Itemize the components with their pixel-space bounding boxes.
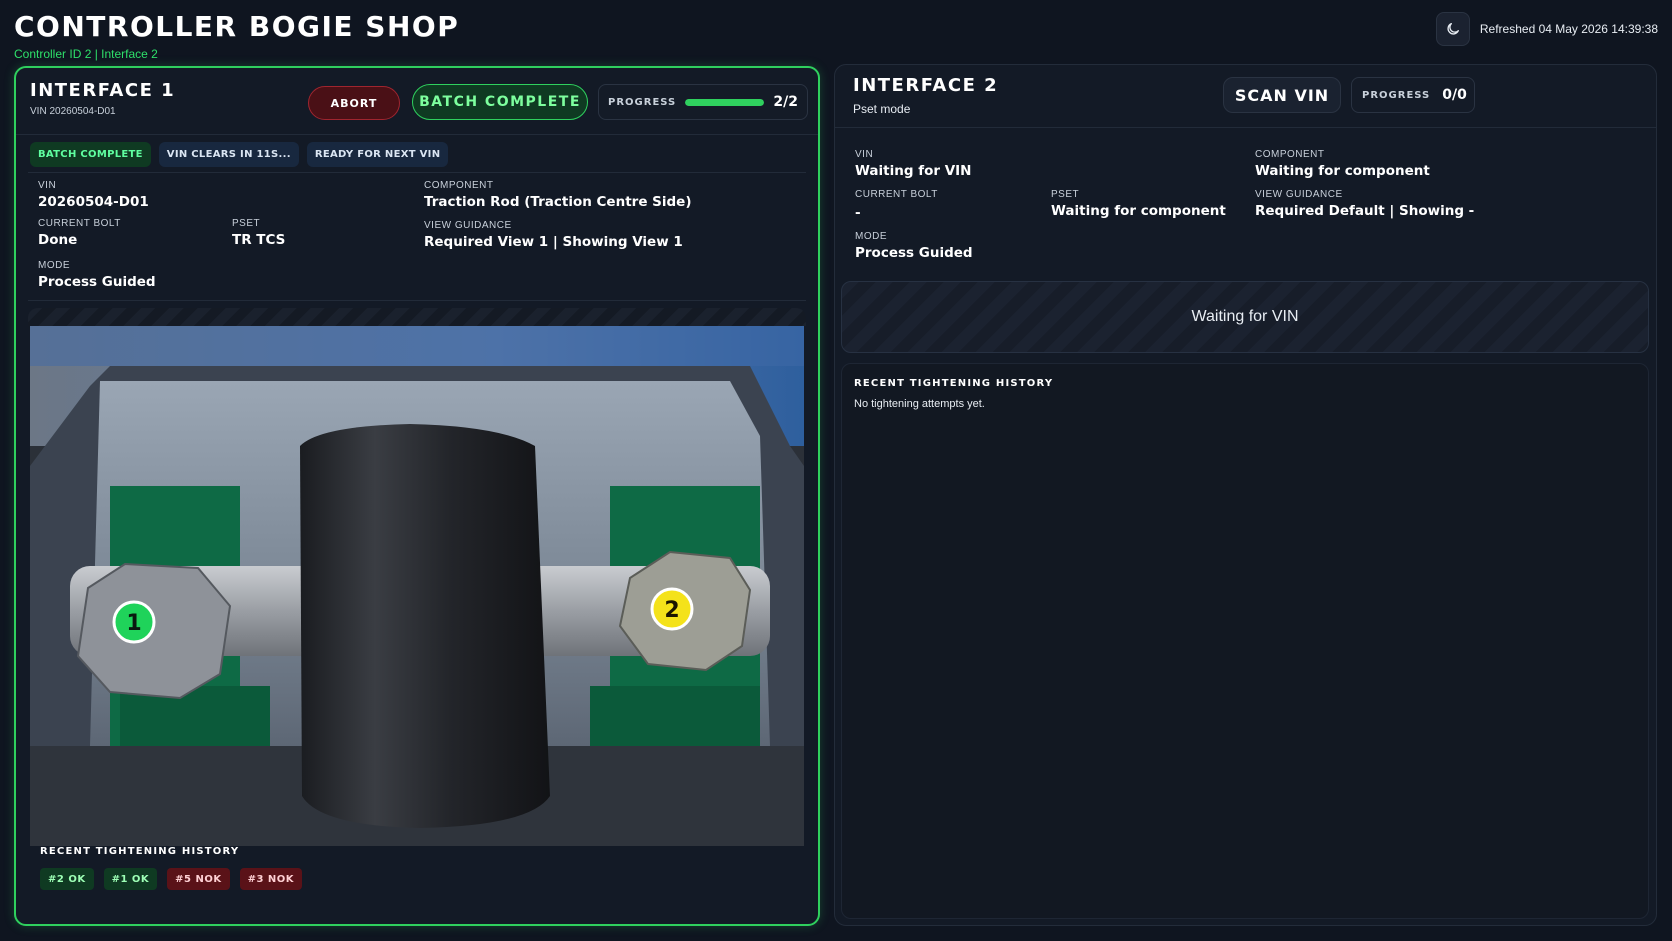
mode-label: MODE	[38, 260, 70, 271]
progress-label: PROGRESS	[1362, 89, 1431, 101]
vin-label: VIN	[38, 180, 57, 191]
bolt-marker-2-label: 2	[664, 598, 679, 623]
history-title: RECENT TIGHTENING HISTORY	[40, 846, 240, 857]
app-header: CONTROLLER BOGIE SHOP Controller ID 2 | …	[14, 10, 459, 61]
history-item-nok: #5 NOK	[167, 868, 230, 890]
progress-bar	[685, 98, 765, 106]
divider	[835, 127, 1656, 128]
history-item-ok: #1 OK	[103, 868, 158, 890]
scan-vin-button[interactable]: SCAN VIN	[1223, 77, 1341, 113]
interface-2-panel: INTERFACE 2 Pset mode SCAN VIN PROGRESS …	[834, 64, 1657, 926]
guidance-banner	[28, 308, 806, 326]
pset-value: TR TCS	[232, 232, 286, 248]
interface-1-panel: INTERFACE 1 VIN 20260504-D01 ABORT BATCH…	[14, 66, 820, 926]
status-chip-ready: READY FOR NEXT VIN	[306, 142, 449, 167]
current-bolt-label: CURRENT BOLT	[855, 189, 938, 200]
interface-1-vin: VIN 20260504-D01	[30, 106, 116, 117]
pset-label: PSET	[1051, 189, 1080, 200]
mode-value: Process Guided	[38, 274, 156, 290]
status-chip-vin-clears: VIN CLEARS IN 11S...	[158, 142, 299, 167]
moon-icon	[1447, 23, 1459, 35]
progress-bar-fill	[685, 98, 765, 106]
view-guidance-label: VIEW GUIDANCE	[424, 220, 512, 231]
pset-label: PSET	[232, 218, 261, 229]
theme-toggle-button[interactable]	[1435, 12, 1470, 46]
batch-complete-button[interactable]: BATCH COMPLETE	[412, 84, 588, 120]
history-list: #2 OK #1 OK #5 NOK #3 NOK	[40, 868, 303, 890]
vin-label: VIN	[855, 149, 874, 160]
progress-label: PROGRESS	[608, 96, 677, 108]
bolt-marker-1-label: 1	[126, 611, 141, 636]
status-chip-batch-complete: BATCH COMPLETE	[30, 142, 151, 167]
waiting-banner: Waiting for VIN	[841, 281, 1649, 353]
current-bolt-label: CURRENT BOLT	[38, 218, 121, 229]
bolt-marker-1[interactable]: 1	[112, 600, 156, 644]
view-guidance-value: Required Default | Showing -	[1255, 203, 1475, 219]
history-title: RECENT TIGHTENING HISTORY	[854, 378, 1054, 389]
interface-2-progress: PROGRESS 0/0	[1351, 77, 1475, 113]
divider	[28, 300, 806, 301]
divider	[28, 172, 806, 173]
progress-value: 2/2	[773, 94, 798, 110]
component-label: COMPONENT	[424, 180, 494, 191]
traction-rod-image: 1 2	[30, 326, 804, 846]
mode-label: MODE	[855, 231, 887, 242]
history-item-ok: #2 OK	[40, 868, 94, 890]
history-empty-text: No tightening attempts yet.	[854, 398, 985, 410]
vin-value: 20260504-D01	[38, 194, 149, 210]
current-bolt-value: -	[855, 205, 861, 221]
app-subtitle: Controller ID 2 | Interface 2	[14, 47, 158, 61]
interface-1-progress: PROGRESS 2/2	[598, 84, 808, 120]
abort-button[interactable]: ABORT	[308, 86, 400, 120]
interface-1-header: INTERFACE 1 VIN 20260504-D01	[30, 80, 175, 117]
history-item-nok: #3 NOK	[239, 868, 303, 890]
interface-2-header: INTERFACE 2 Pset mode	[853, 75, 998, 116]
app-title: CONTROLLER BOGIE SHOP	[14, 10, 460, 43]
header-right: Refreshed 04 May 2026 14:39:38	[1435, 12, 1658, 46]
view-guidance-label: VIEW GUIDANCE	[1255, 189, 1343, 200]
component-label: COMPONENT	[1255, 149, 1325, 160]
vin-value: Waiting for VIN	[855, 163, 972, 179]
bolt-marker-2[interactable]: 2	[650, 587, 694, 631]
component-value: Waiting for component	[1255, 163, 1430, 179]
interface-2-subtitle: Pset mode	[853, 102, 911, 116]
mode-value: Process Guided	[855, 245, 973, 261]
refreshed-timestamp: Refreshed 04 May 2026 14:39:38	[1479, 22, 1658, 36]
pset-value: Waiting for component	[1051, 203, 1226, 219]
component-photo: 1 2	[30, 326, 804, 846]
current-bolt-value: Done	[38, 232, 78, 248]
history-panel: RECENT TIGHTENING HISTORY No tightening …	[841, 363, 1649, 919]
divider	[16, 134, 818, 135]
progress-value: 0/0	[1442, 87, 1467, 103]
status-chips: BATCH COMPLETE VIN CLEARS IN 11S... READ…	[30, 142, 449, 167]
interface-1-title: INTERFACE 1	[30, 80, 176, 101]
interface-2-title: INTERFACE 2	[853, 75, 999, 96]
component-value: Traction Rod (Traction Centre Side)	[424, 194, 692, 210]
view-guidance-value: Required View 1 | Showing View 1	[424, 234, 683, 250]
